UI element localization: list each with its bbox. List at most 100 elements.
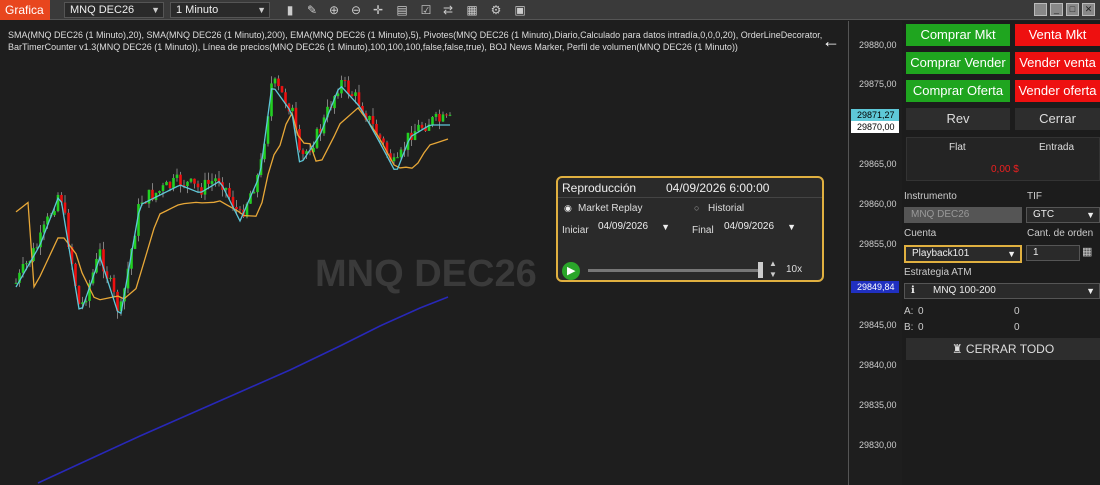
market-replay-option[interactable]: Market Replay xyxy=(578,203,642,214)
sell-bid-button[interactable]: Vender oferta xyxy=(1015,80,1100,102)
strategies-icon[interactable]: ⚙ xyxy=(488,2,504,18)
atm-select[interactable]: ℹ MNQ 100-200 ▼ xyxy=(904,283,1100,299)
candle-body xyxy=(21,264,25,273)
close-position-button[interactable]: Cerrar xyxy=(1015,108,1100,130)
replay-progress-handle[interactable] xyxy=(758,262,763,278)
candle-body xyxy=(343,80,347,82)
chevron-down-icon: ▼ xyxy=(1086,210,1095,220)
candle-body xyxy=(368,115,371,121)
chevron-down-icon: ▼ xyxy=(1007,249,1016,259)
candle-body xyxy=(382,138,385,143)
account-select[interactable]: Playback101 ▼ xyxy=(904,245,1022,263)
price-tag-last: 29870,00 xyxy=(851,121,899,133)
templates-icon[interactable]: ▣ xyxy=(512,2,528,18)
sell-ask-button[interactable]: Vender venta xyxy=(1015,52,1100,74)
end-date-value: 04/09/2026 xyxy=(724,221,775,232)
candle-body xyxy=(417,124,420,132)
window-box-icon[interactable] xyxy=(1034,3,1047,16)
a-value-2: 0 xyxy=(1014,306,1020,317)
axis-tick: 29880,00 xyxy=(859,40,897,50)
chevron-down-icon: ▼ xyxy=(257,5,266,15)
pnl-value: 0,00 $ xyxy=(991,164,1019,175)
bar-chart-icon[interactable]: ▮ xyxy=(282,2,298,18)
minimize-icon[interactable]: _ xyxy=(1050,3,1063,16)
candle-body xyxy=(413,131,417,141)
chevron-down-icon: ▼ xyxy=(1086,286,1095,296)
strategy-icon[interactable]: ⇄ xyxy=(440,2,456,18)
instrument-field[interactable]: MNQ DEC26 xyxy=(904,207,1022,223)
properties-icon[interactable]: ▤ xyxy=(394,2,410,18)
market-replay-radio-icon[interactable]: ◉ xyxy=(564,203,572,214)
sell-market-button[interactable]: Venta Mkt xyxy=(1015,24,1100,46)
tif-value: GTC xyxy=(1033,209,1055,220)
qty-label: Cant. de orden xyxy=(1027,228,1094,239)
replay-header: Reproducción 04/09/2026 6:00:00 xyxy=(558,178,822,198)
candle-body xyxy=(14,282,18,284)
candle-body xyxy=(203,179,207,195)
candle-body xyxy=(53,211,56,216)
candle-body xyxy=(175,174,179,178)
candle-body xyxy=(434,113,438,117)
app-tab[interactable]: Grafica xyxy=(0,0,50,20)
crosshair-icon[interactable]: ✛ xyxy=(370,2,386,18)
atm-value: MNQ 100-200 xyxy=(933,285,996,296)
replay-title: Reproducción xyxy=(562,181,637,195)
calculator-icon[interactable]: ▦ xyxy=(1082,245,1092,258)
interval-select[interactable]: 1 Minuto ▼ xyxy=(170,2,270,18)
play-icon: ▶ xyxy=(567,265,576,277)
buy-ask-button[interactable]: Comprar Vender xyxy=(906,52,1010,74)
candle-body xyxy=(273,78,277,84)
candle-body xyxy=(238,209,242,211)
instrument-label: Instrumento xyxy=(904,191,957,202)
chevron-down-icon: ▼ xyxy=(787,222,796,232)
reverse-button[interactable]: Rev xyxy=(906,108,1010,130)
candle-body xyxy=(161,185,165,192)
start-date-select[interactable]: 04/09/2026 ▼ xyxy=(592,220,674,236)
position-box: Flat Entrada 0,00 $ xyxy=(906,137,1100,181)
close-all-label: CERRAR TODO xyxy=(965,342,1055,356)
pencil-icon[interactable]: ✎ xyxy=(304,2,320,18)
candle-body xyxy=(280,86,284,93)
candle-body xyxy=(214,178,217,182)
close-icon[interactable]: ✕ xyxy=(1082,3,1095,16)
maximize-icon[interactable]: □ xyxy=(1066,3,1079,16)
speed-down-icon[interactable]: ▼ xyxy=(769,270,777,279)
chevron-down-icon: ▼ xyxy=(151,5,160,15)
candle-body xyxy=(441,114,445,122)
candle-body xyxy=(224,188,228,190)
replay-datetime: 04/09/2026 6:00:00 xyxy=(666,181,770,195)
tif-label: TIF xyxy=(1027,191,1042,202)
candle-body xyxy=(165,181,168,186)
buy-bid-button[interactable]: Comprar Oferta xyxy=(906,80,1010,102)
speed-up-icon[interactable]: ▲ xyxy=(769,259,777,268)
candle-body xyxy=(207,179,210,184)
end-date-select[interactable]: 04/09/2026 ▼ xyxy=(718,220,800,236)
history-radio-icon[interactable]: ○ xyxy=(694,203,699,213)
start-date-value: 04/09/2026 xyxy=(598,221,649,232)
instrument-select[interactable]: MNQ DEC26 ▼ xyxy=(64,2,164,18)
buy-market-button[interactable]: Comprar Mkt xyxy=(906,24,1010,46)
indicators-icon[interactable]: ▦ xyxy=(464,2,480,18)
replay-progress-track[interactable] xyxy=(588,269,760,272)
play-button[interactable]: ▶ xyxy=(562,262,580,280)
zoom-in-icon[interactable]: ⊕ xyxy=(326,2,342,18)
instrument-select-value: MNQ DEC26 xyxy=(70,4,135,16)
candle-body xyxy=(392,157,396,162)
data-box-icon[interactable]: ☑ xyxy=(418,2,434,18)
end-label: Final xyxy=(692,225,714,236)
candle-body xyxy=(172,177,175,188)
info-icon: ℹ xyxy=(911,285,915,296)
axis-tick: 29835,00 xyxy=(859,400,897,410)
axis-tick: 29875,00 xyxy=(859,79,897,89)
tif-select[interactable]: GTC ▼ xyxy=(1026,207,1100,223)
candle-body xyxy=(420,124,424,128)
price-axis[interactable]: 29880,00 29875,00 29865,00 29860,00 2985… xyxy=(848,21,902,485)
close-all-button[interactable]: ♜ CERRAR TODO xyxy=(906,338,1100,360)
qty-input[interactable]: 1 xyxy=(1026,245,1080,261)
history-option[interactable]: Historial xyxy=(708,203,744,214)
candle-body xyxy=(168,181,172,188)
candle-body xyxy=(210,181,214,184)
candle-body xyxy=(350,94,354,96)
replay-dialog: Reproducción 04/09/2026 6:00:00 ◉ Market… xyxy=(556,176,824,282)
zoom-out-icon[interactable]: ⊖ xyxy=(348,2,364,18)
